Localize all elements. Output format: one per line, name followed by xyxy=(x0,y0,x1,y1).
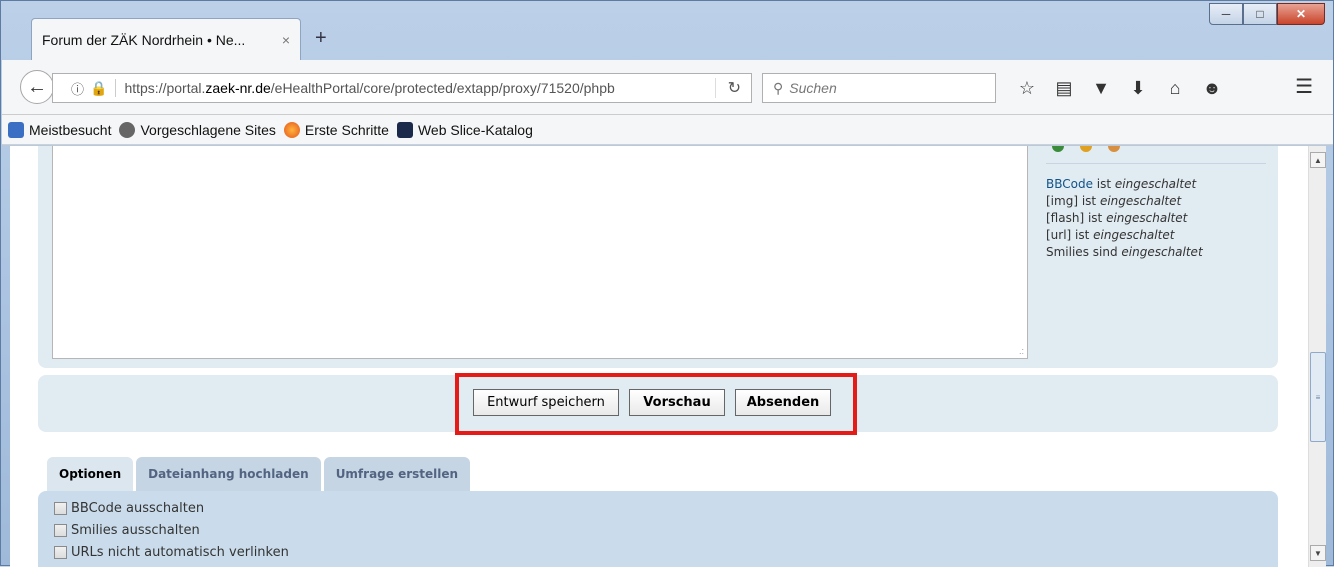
preview-button[interactable]: Vorschau xyxy=(629,389,725,416)
url-status: [url] ist eingeschaltet xyxy=(1046,227,1266,244)
img-status: [img] ist eingeschaltet xyxy=(1046,193,1266,210)
search-input[interactable]: ⚲ Suchen xyxy=(762,73,996,103)
url-text[interactable]: https://portal.zaek-nr.de/eHealthPortal/… xyxy=(124,80,614,96)
option-disable-bbcode[interactable]: BBCode ausschalten xyxy=(54,497,1278,519)
submit-buttons-panel: Entwurf speichern Vorschau Absenden xyxy=(38,373,1278,435)
options-panel: BBCode ausschalten Smilies ausschalten U… xyxy=(38,491,1278,567)
status-state: eingeschaltet xyxy=(1093,228,1175,242)
status-state: eingeschaltet xyxy=(1114,177,1197,191)
disable-bbcode-checkbox[interactable] xyxy=(54,501,67,515)
bookmark-most-visited[interactable]: Meistbesucht xyxy=(8,121,112,138)
page-viewport: .: BBCode ist eingeschaltet [img] ist ei… xyxy=(10,146,1326,567)
smiley-icon[interactable] xyxy=(1052,146,1064,152)
bookmark-label: Web Slice-Katalog xyxy=(417,121,533,138)
smilies-status: Smilies sind eingeschaltet xyxy=(1046,244,1266,261)
lock-icon: 🔒 xyxy=(90,79,108,96)
editor-sidebar: BBCode ist eingeschaltet [img] ist einge… xyxy=(1046,146,1266,261)
option-label: BBCode ausschalten xyxy=(71,500,205,516)
tab-create-poll[interactable]: Umfrage erstellen xyxy=(323,457,471,491)
status-text: [flash] ist xyxy=(1046,211,1107,225)
back-arrow-icon[interactable]: ← xyxy=(20,70,54,104)
submit-button[interactable]: Absenden xyxy=(735,389,831,416)
download-icon[interactable]: ⬇ xyxy=(1123,74,1153,102)
pocket-icon[interactable]: ▼ xyxy=(1086,74,1116,102)
resize-grip-icon[interactable]: .: xyxy=(1019,346,1024,356)
vertical-scrollbar[interactable]: ▲ ≡ ▼ xyxy=(1308,146,1326,567)
bookmark-suggested-sites[interactable]: Vorgeschlagene Sites xyxy=(119,121,276,138)
bookmark-label: Erste Schritte xyxy=(304,121,389,138)
smilies-row xyxy=(1046,146,1266,164)
smiley-icon[interactable] xyxy=(1108,146,1120,152)
tab-attachment-upload[interactable]: Dateianhang hochladen xyxy=(136,457,321,491)
flash-status: [flash] ist eingeschaltet xyxy=(1046,210,1266,227)
options-tabs: Optionen Dateianhang hochladen Umfrage e… xyxy=(47,457,471,491)
post-editor-panel: .: BBCode ist eingeschaltet [img] ist ei… xyxy=(38,146,1278,368)
window-controls: ─ □ ✕ xyxy=(1209,3,1325,25)
search-icon: ⚲ xyxy=(773,79,784,96)
close-window-icon[interactable]: ✕ xyxy=(1277,3,1325,25)
home-icon[interactable]: ⌂ xyxy=(1160,74,1190,102)
save-draft-button[interactable]: Entwurf speichern xyxy=(473,389,619,416)
status-text: Smilies sind xyxy=(1046,245,1122,259)
bookmarks-toolbar: Meistbesucht Vorgeschlagene Sites Erste … xyxy=(2,115,1333,145)
status-state: eingeschaltet xyxy=(1099,194,1182,208)
scroll-up-icon[interactable]: ▲ xyxy=(1310,152,1326,168)
browser-tab[interactable]: Forum der ZÄK Nordrhein • Ne... × xyxy=(31,18,301,60)
status-state: eingeschaltet xyxy=(1121,245,1203,259)
option-label: Smilies ausschalten xyxy=(71,522,200,538)
status-text: ist xyxy=(1092,177,1115,191)
search-placeholder: Suchen xyxy=(789,80,837,96)
web-slice-icon xyxy=(396,121,413,138)
suggested-sites-icon xyxy=(119,121,136,138)
bookmark-label: Meistbesucht xyxy=(29,121,112,138)
tab-options[interactable]: Optionen xyxy=(47,457,134,491)
reload-icon[interactable]: ↻ xyxy=(714,78,741,98)
scrollbar-thumb[interactable]: ≡ xyxy=(1310,352,1326,442)
menu-icon[interactable]: ☰ xyxy=(1295,74,1313,99)
new-tab-icon[interactable]: + xyxy=(315,27,327,50)
navigation-toolbar: ← ⓘ 🔒 https://portal.zaek-nr.de/eHealthP… xyxy=(2,60,1333,115)
option-disable-smilies[interactable]: Smilies ausschalten xyxy=(54,519,1278,541)
smiley-icon[interactable] xyxy=(1080,146,1092,152)
tab-close-icon[interactable]: × xyxy=(282,32,290,48)
most-visited-icon xyxy=(8,121,24,138)
reading-list-icon[interactable]: ▤ xyxy=(1049,74,1079,102)
scroll-down-icon[interactable]: ▼ xyxy=(1310,545,1326,561)
bookmark-first-steps[interactable]: Erste Schritte xyxy=(283,121,389,138)
maximize-icon[interactable]: □ xyxy=(1243,3,1277,25)
toolbar-icons: ☆ ▤ ▼ ⬇ ⌂ ☻ xyxy=(1012,74,1234,102)
disable-smilies-checkbox[interactable] xyxy=(54,523,67,537)
bookmark-web-slice[interactable]: Web Slice-Katalog xyxy=(396,121,533,138)
highlight-box: Entwurf speichern Vorschau Absenden xyxy=(455,373,857,435)
url-separator xyxy=(115,79,117,97)
browser-window: ─ □ ✕ Forum der ZÄK Nordrhein • Ne... × … xyxy=(0,0,1334,567)
bbcode-status-list: BBCode ist eingeschaltet [img] ist einge… xyxy=(1046,176,1266,261)
minimize-icon[interactable]: ─ xyxy=(1209,3,1243,25)
bbcode-link[interactable]: BBCode xyxy=(1046,177,1093,191)
status-state: eingeschaltet xyxy=(1106,211,1188,225)
chat-icon[interactable]: ☻ xyxy=(1197,74,1227,102)
status-text: [img] ist xyxy=(1046,194,1100,208)
url-bar[interactable]: ⓘ 🔒 https://portal.zaek-nr.de/eHealthPor… xyxy=(52,73,752,103)
bookmark-label: Vorgeschlagene Sites xyxy=(140,121,276,138)
option-no-auto-links[interactable]: URLs nicht automatisch verlinken xyxy=(54,541,1278,563)
no-auto-links-checkbox[interactable] xyxy=(54,545,67,559)
bbcode-status: BBCode ist eingeschaltet xyxy=(1046,176,1266,193)
bookmark-star-icon[interactable]: ☆ xyxy=(1012,74,1042,102)
status-text: [url] ist xyxy=(1046,228,1094,242)
firefox-icon xyxy=(283,121,300,138)
message-textarea[interactable]: .: xyxy=(52,146,1028,359)
info-icon[interactable]: ⓘ xyxy=(71,79,84,98)
tab-title: Forum der ZÄK Nordrhein • Ne... xyxy=(42,31,246,48)
option-label: URLs nicht automatisch verlinken xyxy=(71,544,289,560)
